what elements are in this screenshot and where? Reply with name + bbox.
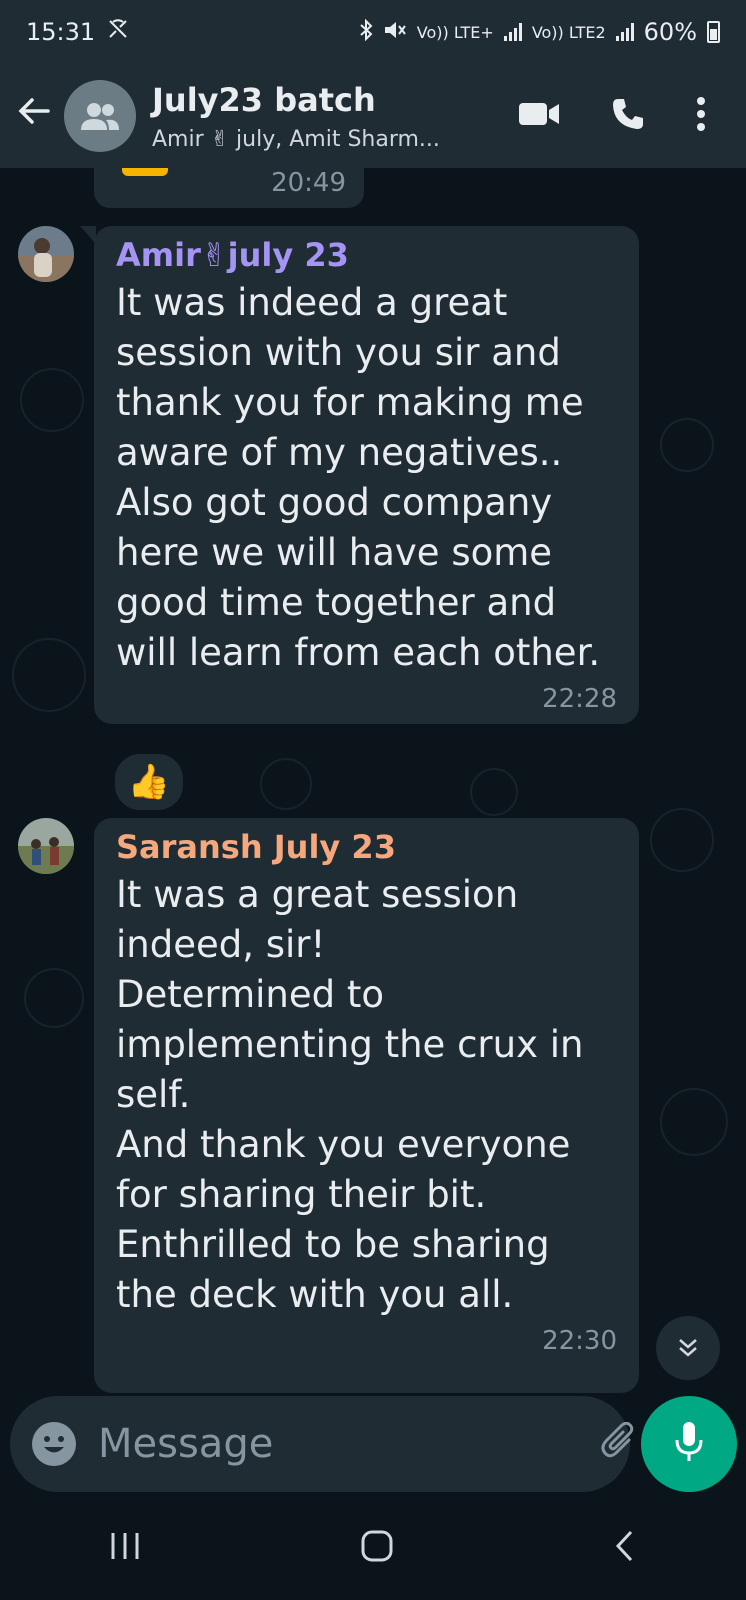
- avatar-saransh[interactable]: [18, 818, 74, 874]
- message-sender[interactable]: Amir✌july 23: [116, 236, 617, 274]
- network-label-1: Vo)) LTE+: [416, 22, 494, 42]
- message-bubble[interactable]: Amir✌july 23 It was indeed a great sessi…: [80, 226, 639, 724]
- home-icon[interactable]: [360, 1529, 394, 1572]
- status-time: 15:31: [26, 18, 96, 46]
- message-input[interactable]: [96, 1420, 599, 1468]
- message-time: 22:28: [542, 684, 617, 714]
- more-options-icon[interactable]: [696, 96, 706, 136]
- voice-call-icon[interactable]: [610, 96, 646, 136]
- chat-title-block[interactable]: July23 batch Amir ✌ july, Amit Sharm...: [152, 81, 518, 152]
- battery-icon: [707, 21, 720, 43]
- signal-icon: [615, 23, 634, 41]
- wallpaper-doodle: [260, 758, 312, 810]
- message-composer: [10, 1396, 720, 1492]
- wallpaper-doodle: [660, 1088, 728, 1156]
- wallpaper-doodle: [12, 638, 86, 712]
- chat-header: July23 batch Amir ✌ july, Amit Sharm...: [0, 64, 746, 168]
- wallpaper-doodle: [660, 418, 714, 472]
- status-bar: 15:31 Vo)) LTE+ Vo)) LTE2 60%: [0, 0, 746, 64]
- bluetooth-icon: [359, 18, 373, 45]
- silent-mode-icon: [107, 18, 129, 46]
- wallpaper-doodle: [20, 368, 84, 432]
- mic-button[interactable]: [641, 1396, 737, 1492]
- attach-icon[interactable]: [599, 1421, 639, 1466]
- emoji-icon[interactable]: [32, 1422, 76, 1466]
- wallpaper-doodle: [24, 968, 84, 1028]
- message-time: 22:30: [542, 1326, 617, 1356]
- chat-title: July23 batch: [152, 80, 376, 119]
- network-label-2: Vo)) LTE2: [531, 22, 606, 42]
- mute-icon: [383, 19, 407, 45]
- back-nav-icon[interactable]: [613, 1529, 637, 1572]
- back-arrow-icon[interactable]: [4, 91, 64, 141]
- signal-icon: [503, 23, 522, 41]
- avatar-amir[interactable]: [18, 226, 74, 282]
- wallpaper-doodle: [470, 768, 518, 816]
- message-text: It was indeed a great session with you s…: [116, 281, 601, 674]
- scroll-down-icon[interactable]: [656, 1316, 720, 1380]
- chat-area[interactable]: 20:49 Amir✌july 23 It was indeed a great…: [0, 168, 746, 1393]
- message-time: 20:49: [271, 168, 346, 198]
- recent-apps-icon[interactable]: [109, 1530, 141, 1570]
- message-bubble[interactable]: Saransh July 23 It was a great session i…: [94, 818, 639, 1393]
- mic-icon: [674, 1420, 704, 1468]
- message-bubble-partial[interactable]: 20:49: [94, 168, 364, 208]
- group-avatar[interactable]: [64, 80, 136, 152]
- message-sender[interactable]: Saransh July 23: [116, 828, 617, 866]
- battery-level: 60%: [643, 18, 697, 46]
- wallpaper-doodle: [650, 808, 714, 872]
- group-icon: [81, 103, 119, 130]
- emoji-partial: [122, 168, 168, 176]
- message-reaction[interactable]: 👍: [112, 751, 186, 813]
- message-text: It was a great session indeed, sir! Dete…: [116, 873, 584, 1316]
- system-nav-bar: [0, 1500, 746, 1600]
- video-call-icon[interactable]: [518, 100, 560, 132]
- chat-participants: Amir ✌ july, Amit Sharm...: [152, 126, 440, 152]
